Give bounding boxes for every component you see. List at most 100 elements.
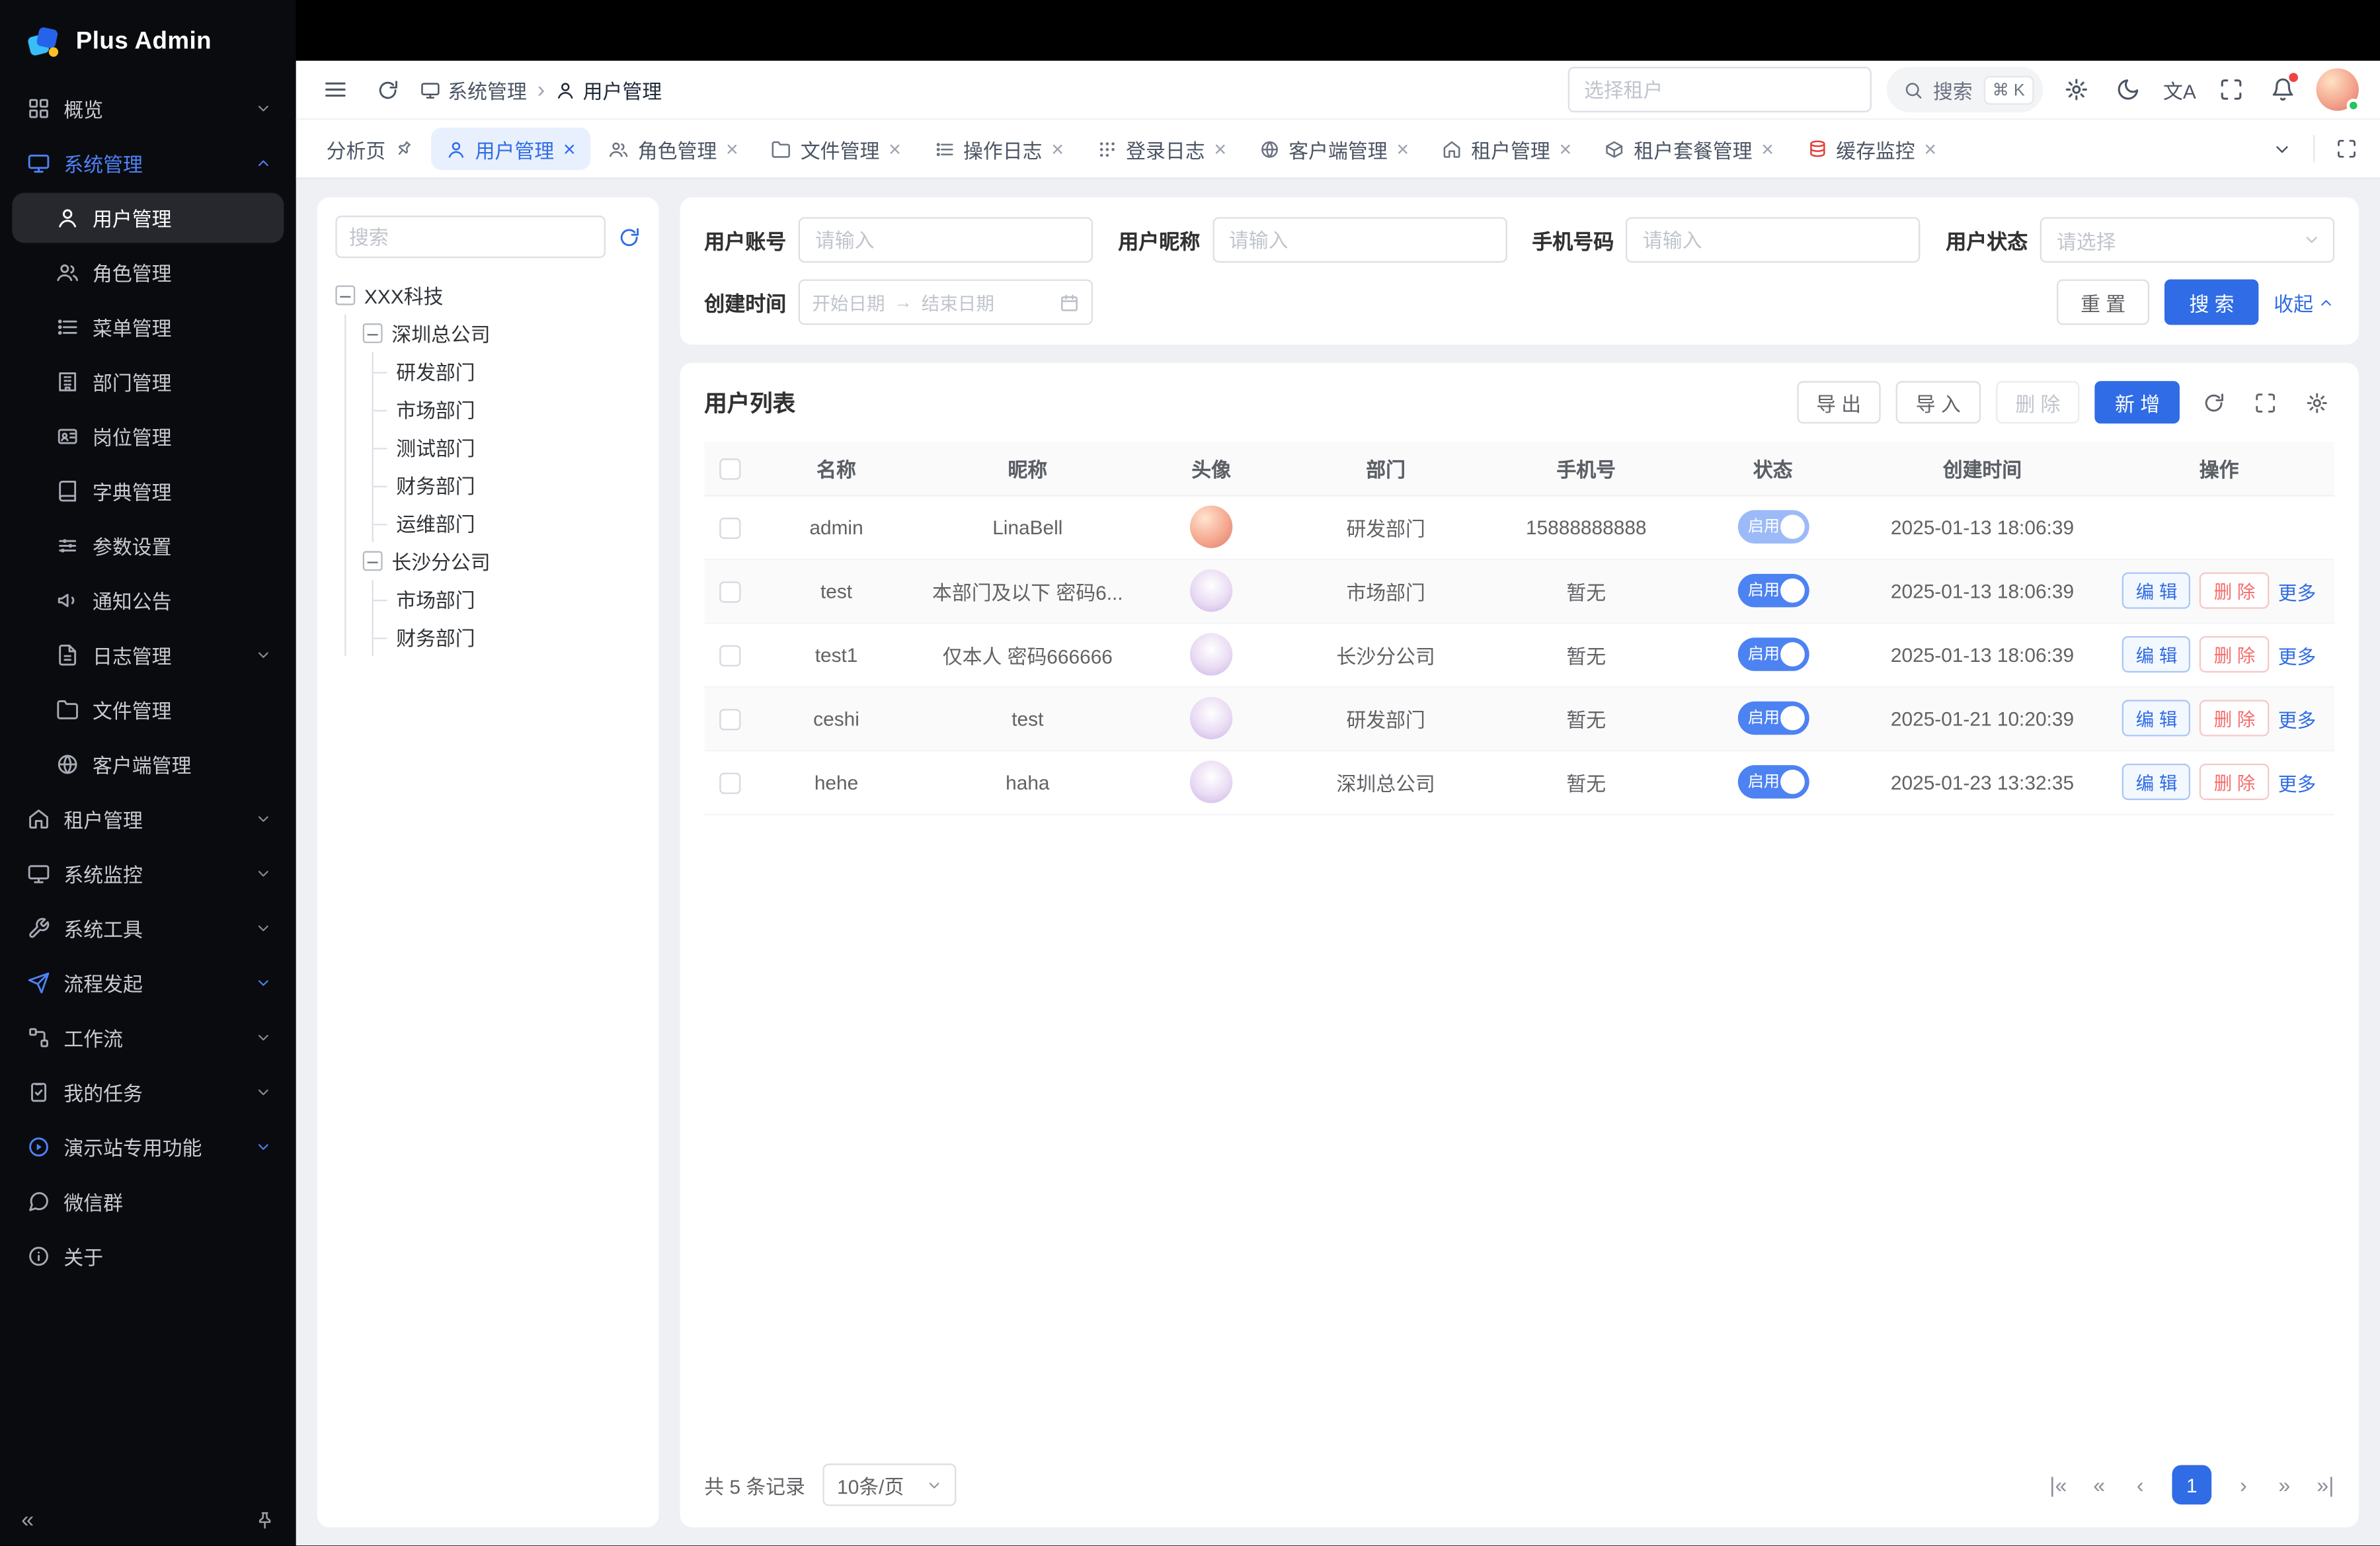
sidebar-item-process-start[interactable]: 流程发起	[12, 958, 284, 1008]
close-icon[interactable]: ×	[726, 138, 738, 159]
pin-icon[interactable]	[391, 136, 416, 162]
table-settings-button[interactable]	[2298, 384, 2334, 421]
phone-input[interactable]	[1626, 217, 1921, 263]
app-logo[interactable]: Plus Admin	[0, 0, 296, 76]
next-group-button[interactable]: »	[2276, 1473, 2294, 1497]
tab-user-management[interactable]: 用户管理 ×	[431, 128, 591, 170]
collapse-node-icon[interactable]	[363, 323, 383, 343]
collapse-node-icon[interactable]	[363, 551, 383, 571]
export-button[interactable]: 导 出	[1796, 381, 1881, 423]
tree-node-test-dept[interactable]: 测试部门	[374, 428, 641, 466]
close-icon[interactable]: ×	[1924, 138, 1936, 159]
fullscreen-button[interactable]	[2213, 71, 2249, 108]
row-checkbox[interactable]	[719, 581, 740, 602]
row-checkbox[interactable]	[719, 645, 740, 666]
row-checkbox[interactable]	[719, 517, 740, 538]
tree-node-ops-dept[interactable]: 运维部门	[374, 504, 641, 542]
tree-refresh-button[interactable]	[617, 225, 640, 248]
first-page-button[interactable]: |«	[2049, 1473, 2067, 1497]
more-button[interactable]: 更多	[2278, 576, 2316, 605]
status-toggle[interactable]: 启用	[1737, 765, 1809, 799]
delete-button[interactable]: 删 除	[2200, 573, 2269, 609]
nickname-input[interactable]	[1212, 217, 1507, 263]
table-fullscreen-button[interactable]	[2246, 384, 2283, 421]
close-icon[interactable]: ×	[563, 138, 576, 159]
menu-toggle-button[interactable]	[317, 71, 354, 108]
sidebar-item-demo-features[interactable]: 演示站专用功能	[12, 1122, 284, 1172]
tree-node-changsha-branch[interactable]: 长沙分公司	[346, 542, 640, 580]
import-button[interactable]: 导 入	[1896, 381, 1981, 423]
current-page-button[interactable]: 1	[2172, 1465, 2211, 1505]
select-all-checkbox[interactable]	[719, 458, 740, 479]
tab-operation-log[interactable]: 操作日志 ×	[919, 128, 1079, 170]
close-icon[interactable]: ×	[1761, 138, 1774, 159]
sidebar-item-client-management[interactable]: 客户端管理	[12, 739, 284, 790]
edit-button[interactable]: 编 辑	[2122, 764, 2191, 800]
tab-login-log[interactable]: 登录日志 ×	[1082, 128, 1242, 170]
language-button[interactable]: 文A	[2161, 71, 2198, 108]
close-icon[interactable]: ×	[1214, 138, 1226, 159]
breadcrumb-system-management[interactable]: 系统管理	[420, 75, 527, 104]
collapse-node-icon[interactable]	[335, 286, 355, 305]
breadcrumb-user-management[interactable]: 用户管理	[555, 75, 662, 104]
dark-mode-button[interactable]	[2110, 71, 2146, 108]
sidebar-item-system-tools[interactable]: 系统工具	[12, 903, 284, 954]
tree-node-shenzhen-hq[interactable]: 深圳总公司	[346, 314, 640, 352]
user-avatar[interactable]	[2317, 68, 2359, 110]
status-toggle[interactable]: 启用	[1737, 637, 1809, 671]
tab-file-management[interactable]: 文件管理 ×	[756, 128, 916, 170]
close-icon[interactable]: ×	[1396, 138, 1409, 159]
more-button[interactable]: 更多	[2278, 704, 2316, 733]
search-button[interactable]: 搜 索	[2165, 279, 2258, 325]
last-page-button[interactable]: »|	[2317, 1473, 2335, 1497]
settings-button[interactable]	[2058, 71, 2094, 108]
sidebar-item-post-management[interactable]: 岗位管理	[12, 411, 284, 462]
sidebar-item-dict-management[interactable]: 字典管理	[12, 466, 284, 516]
table-refresh-button[interactable]	[2195, 384, 2231, 421]
page-size-select[interactable]: 10条/页	[823, 1463, 957, 1506]
more-button[interactable]: 更多	[2278, 640, 2316, 669]
collapse-filter-button[interactable]: 收起	[2274, 288, 2334, 317]
tree-node-market-dept[interactable]: 市场部门	[374, 390, 641, 428]
sidebar-item-tenant-management[interactable]: 租户管理	[12, 794, 284, 844]
more-button[interactable]: 更多	[2278, 768, 2316, 797]
row-checkbox[interactable]	[719, 772, 740, 793]
sidebar-item-about[interactable]: 关于	[12, 1231, 284, 1282]
edit-button[interactable]: 编 辑	[2122, 636, 2191, 672]
tab-tenant-package-management[interactable]: 租户套餐管理 ×	[1590, 128, 1789, 170]
content-fullscreen-button[interactable]	[2328, 130, 2365, 167]
created-date-range-picker[interactable]: 开始日期 → 结束日期	[799, 279, 1093, 325]
tab-tenant-management[interactable]: 租户管理 ×	[1427, 128, 1587, 170]
tree-search-input[interactable]	[335, 216, 606, 258]
sidebar-item-overview[interactable]: 概览	[12, 83, 284, 134]
sidebar-item-department-management[interactable]: 部门管理	[12, 357, 284, 407]
prev-group-button[interactable]: «	[2090, 1473, 2108, 1497]
row-checkbox[interactable]	[719, 709, 740, 730]
sidebar-collapse-button[interactable]: «	[21, 1507, 34, 1533]
tree-node-rd-dept[interactable]: 研发部门	[374, 352, 641, 390]
tree-node-finance-dept[interactable]: 财务部门	[374, 466, 641, 504]
status-toggle[interactable]: 启用	[1737, 574, 1809, 608]
sidebar-item-menu-management[interactable]: 菜单管理	[12, 302, 284, 352]
close-icon[interactable]: ×	[1559, 138, 1571, 159]
tabs-dropdown-button[interactable]	[2263, 130, 2299, 167]
global-search-button[interactable]: 搜索 ⌘ K	[1886, 67, 2043, 112]
tab-role-management[interactable]: 角色管理 ×	[594, 128, 754, 170]
prev-page-button[interactable]: ‹	[2131, 1473, 2149, 1497]
tenant-select-input[interactable]	[1567, 67, 1871, 112]
close-icon[interactable]: ×	[1051, 138, 1064, 159]
sidebar-item-notice[interactable]: 通知公告	[12, 575, 284, 626]
sidebar-item-log-management[interactable]: 日志管理	[12, 630, 284, 680]
refresh-button[interactable]	[369, 71, 405, 108]
notifications-button[interactable]	[2265, 71, 2301, 108]
sidebar-item-system-management[interactable]: 系统管理	[12, 138, 284, 188]
edit-button[interactable]: 编 辑	[2122, 700, 2191, 736]
status-toggle[interactable]: 启用	[1737, 510, 1809, 544]
sidebar-item-my-tasks[interactable]: 我的任务	[12, 1067, 284, 1118]
sidebar-item-system-monitor[interactable]: 系统监控	[12, 848, 284, 899]
next-page-button[interactable]: ›	[2235, 1473, 2253, 1497]
sidebar-item-user-management[interactable]: 用户管理	[12, 193, 284, 243]
tree-node-finance-dept-2[interactable]: 财务部门	[374, 618, 641, 655]
tab-analysis[interactable]: 分析页	[311, 128, 428, 170]
tree-node-market-dept-2[interactable]: 市场部门	[374, 580, 641, 618]
